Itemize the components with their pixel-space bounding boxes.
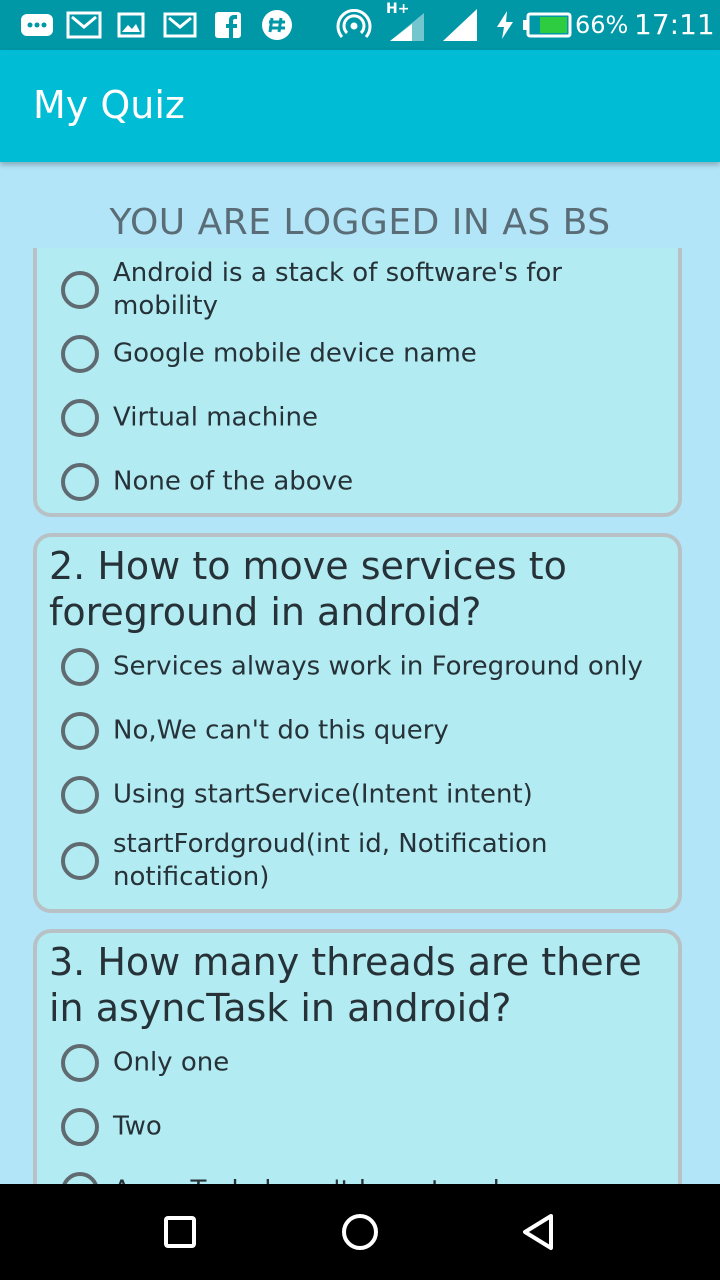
radio-button[interactable] [61,776,99,814]
option-radio[interactable]: None of the above [61,450,668,514]
option-radio[interactable]: Google mobile device name [61,322,668,386]
slack-icon [260,9,294,41]
question-card-1: Android is a stack of software's for mob… [33,248,682,517]
logged-in-label: YOU ARE LOGGED IN AS BS [109,202,611,243]
radio-button[interactable] [61,463,99,501]
facebook-icon [212,9,244,41]
option-radio[interactable]: Android is a stack of software's for mob… [61,258,668,322]
questions-list[interactable]: Android is a stack of software's for mob… [0,248,720,1184]
option-label: Two [113,1111,162,1142]
option-label: Only one [113,1047,230,1078]
option-label: Android is a stack of software's for mob… [113,258,562,321]
option-label: None of the above [113,466,354,497]
battery-percent: 66% [575,11,629,39]
radio-button[interactable] [61,648,99,686]
radio-button[interactable] [61,1108,99,1146]
option-radio[interactable]: startFordgroud(int id, Notification noti… [61,825,668,897]
back-icon[interactable] [508,1202,568,1262]
radio-button[interactable] [61,842,99,880]
option-radio[interactable]: AsyncTask doesn't have tread [61,1159,668,1184]
clock: 17:11 [634,8,715,41]
gmail-icon [162,9,198,41]
network-type-label: H+ [386,1,410,17]
radio-button[interactable] [61,712,99,750]
battery-icon [522,9,572,41]
option-label: Virtual machine [113,402,318,433]
option-label: AsyncTask doesn't have tread [113,1175,668,1185]
question-title: 3. How many threads are there in asyncTa… [49,940,642,1030]
status-bar: H+ 66% 17:11 [0,0,720,50]
radio-button[interactable] [61,1172,99,1184]
hotspot-icon [336,9,372,41]
home-icon[interactable] [330,1202,390,1262]
gmail-icon [66,9,102,41]
option-radio[interactable]: Only one [61,1031,668,1095]
radio-button[interactable] [61,1044,99,1082]
option-label: No,We can't do this query [113,715,449,746]
signal-icon [440,6,480,44]
app-bar: My Quiz [0,50,720,162]
option-label: Services always work in Foreground only [113,651,643,682]
more-notifications-icon [20,9,54,41]
radio-button[interactable] [61,399,99,437]
option-label: Google mobile device name [113,338,477,369]
option-label: Using startService(Intent intent) [113,779,533,810]
question-card-2: 2. How to move services to foreground in… [33,533,682,913]
charging-icon [494,9,516,41]
app-title: My Quiz [33,83,185,127]
recents-icon[interactable] [150,1202,210,1262]
option-radio[interactable]: Using startService(Intent intent) [61,763,668,827]
option-label: startFordgroud(int id, Notification noti… [113,829,548,892]
option-radio[interactable]: No,We can't do this query [61,699,668,763]
question-card-3: 3. How many threads are there in asyncTa… [33,929,682,1184]
image-icon [116,9,146,41]
option-radio[interactable]: Services always work in Foreground only [61,635,668,699]
question-title: 2. How to move services to foreground in… [49,544,567,634]
radio-button[interactable] [61,271,99,309]
option-radio[interactable]: Virtual machine [61,386,668,450]
option-radio[interactable]: Two [61,1095,668,1159]
radio-button[interactable] [61,335,99,373]
navigation-bar [0,1184,720,1280]
